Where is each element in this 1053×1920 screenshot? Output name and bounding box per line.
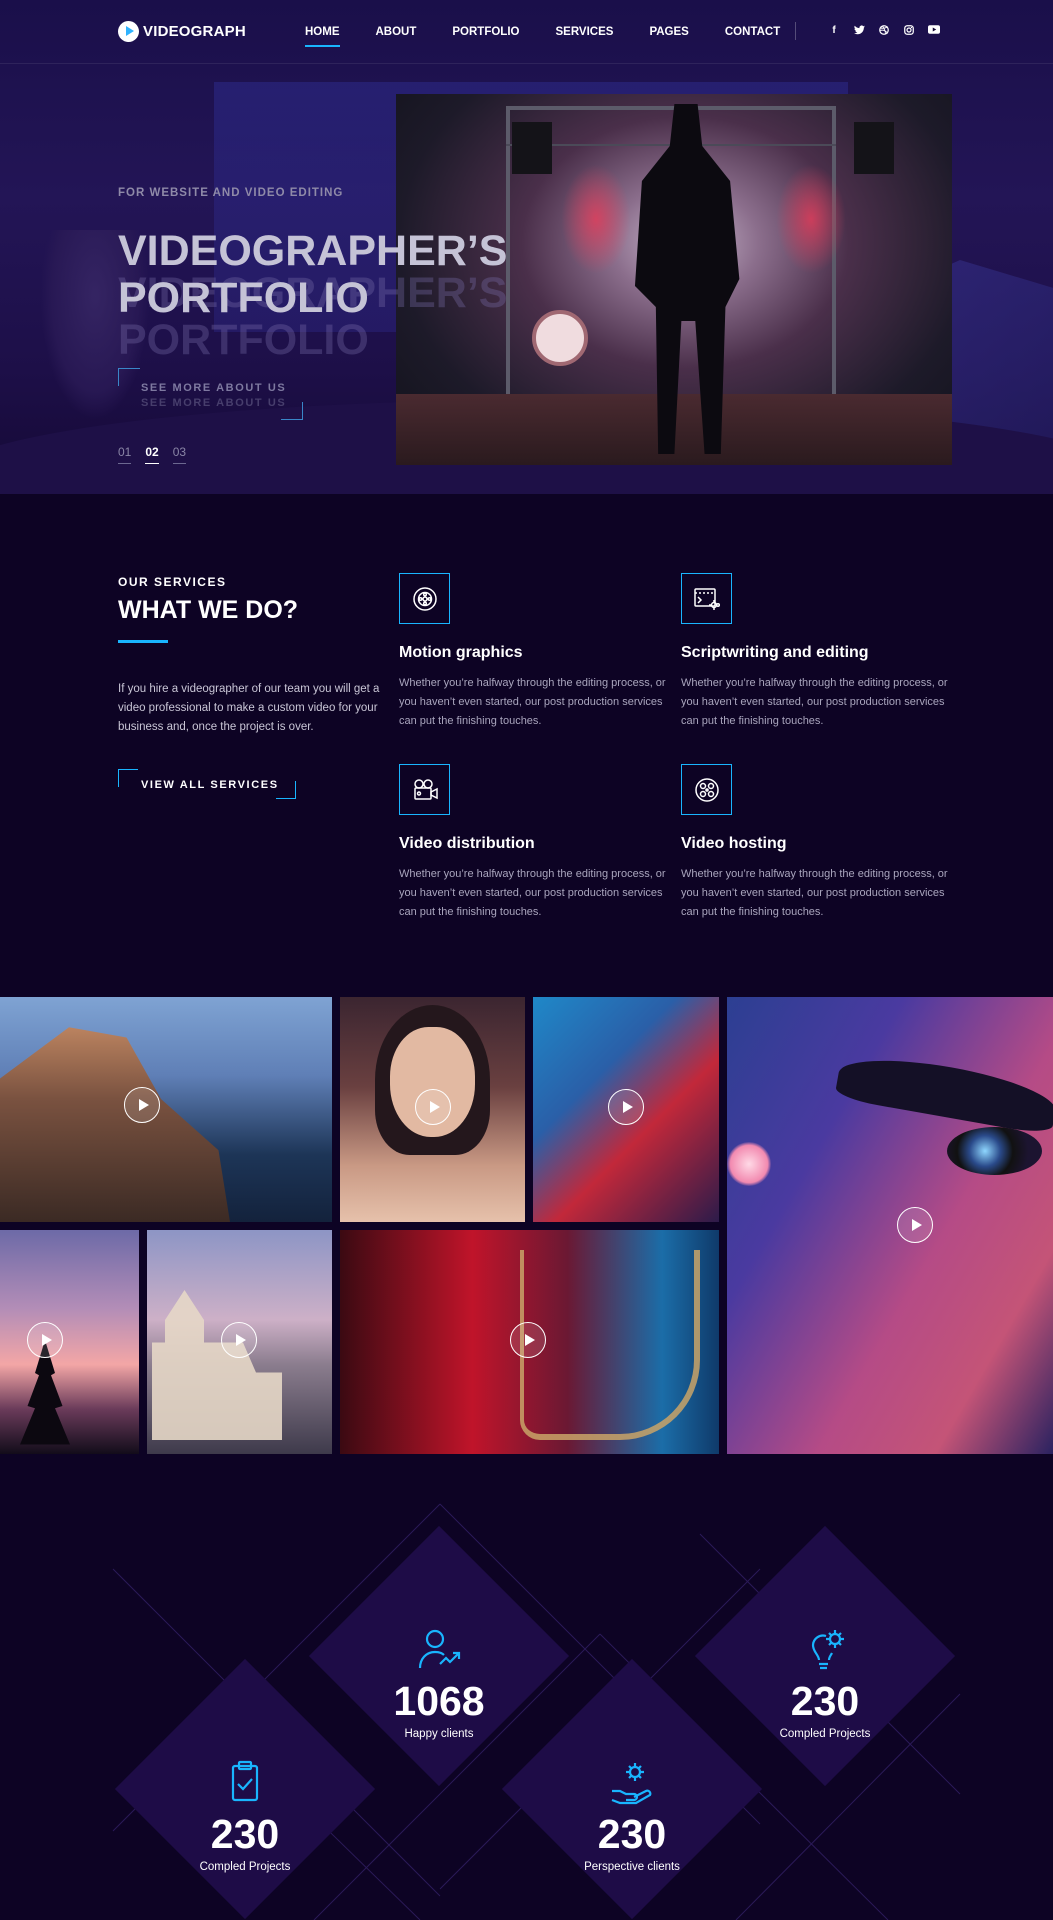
- user-growth-icon: [418, 1629, 461, 1669]
- stat-perspective-clients: 230 Perspective clients: [522, 1759, 742, 1873]
- gallery-tile-closeup-face[interactable]: [727, 997, 1053, 1454]
- hero-kicker: FOR WEBSITE AND VIDEO EDITING: [118, 187, 344, 199]
- service-card-motion-graphics[interactable]: Motion graphics Whether you’re halfway t…: [399, 573, 669, 731]
- see-more-label: SEE MORE ABOUT US: [141, 382, 287, 394]
- main-nav: HOME ABOUT PORTFOLIO SERVICES PAGES CONT…: [305, 26, 816, 47]
- gallery-tile-coastal-village[interactable]: [0, 997, 332, 1222]
- stat-happy-clients: 1068 Happy clients: [329, 1626, 549, 1740]
- site-header: VIDEOGRAPH HOME ABOUT PORTFOLIO SERVICES…: [0, 0, 1053, 64]
- service-text: Whether you’re halfway through the editi…: [399, 868, 666, 918]
- gallery-tile-saxophone-player[interactable]: [340, 1230, 719, 1454]
- slide-dot-2[interactable]: 02: [145, 445, 160, 464]
- stat-value: 230: [790, 1678, 860, 1724]
- stat-value: 230: [597, 1811, 667, 1857]
- gallery-tile-neon-portrait[interactable]: [533, 997, 719, 1222]
- see-more-button[interactable]: SEE MORE ABOUT US SEE MORE ABOUT US: [118, 368, 303, 420]
- stat-label: Compled Projects: [779, 1728, 871, 1740]
- button-corner-top: [118, 769, 138, 787]
- hero-title: VIDEOGRAPHER’S PORTFOLIO: [118, 227, 508, 322]
- services-description: If you hire a videographer of our team y…: [118, 683, 380, 733]
- nav-about[interactable]: ABOUT: [376, 26, 417, 38]
- bokeh-light: [727, 1142, 771, 1186]
- social-links: f: [828, 25, 940, 38]
- gallery-tile-sunset-tree[interactable]: [0, 1230, 139, 1454]
- play-icon[interactable]: [415, 1089, 451, 1125]
- nav-divider: [795, 22, 796, 40]
- stage-light-left: [561, 164, 631, 274]
- bulb-gear-icon: [811, 1630, 844, 1670]
- stage-speaker-left: [512, 122, 552, 174]
- cliff-shape: [0, 1027, 230, 1222]
- button-corner-bottom: [276, 781, 296, 799]
- twitter-icon[interactable]: [853, 25, 865, 38]
- nav-services[interactable]: SERVICES: [555, 26, 613, 38]
- stat-projects-left: 230 Compled Projects: [135, 1759, 355, 1873]
- nav-home[interactable]: HOME: [305, 26, 340, 47]
- slide-dot-1[interactable]: 01: [118, 445, 132, 464]
- title-underline: [118, 640, 168, 643]
- nav-pages[interactable]: PAGES: [649, 26, 688, 38]
- services-section: OUR SERVICES WHAT WE DO? If you hire a v…: [0, 494, 1053, 997]
- stat-label: Perspective clients: [584, 1861, 680, 1873]
- film-reel-icon: [399, 573, 450, 624]
- play-icon[interactable]: [897, 1207, 933, 1243]
- gallery-tile-lakeside-castle[interactable]: [147, 1230, 332, 1454]
- play-logo-icon: [118, 21, 139, 42]
- slide-dot-3[interactable]: 03: [172, 445, 187, 464]
- play-icon[interactable]: [608, 1089, 644, 1125]
- instagram-icon[interactable]: [903, 25, 915, 38]
- stat-label: Happy clients: [404, 1728, 474, 1740]
- stage-speaker-right: [854, 122, 894, 174]
- script-edit-icon: [681, 573, 732, 624]
- gallery-tile-woman-portrait[interactable]: [340, 997, 525, 1222]
- castle-shape: [152, 1290, 282, 1440]
- dribbble-icon[interactable]: [878, 25, 890, 38]
- view-all-services-label: VIEW ALL SERVICES: [141, 779, 279, 791]
- facebook-icon[interactable]: f: [828, 25, 840, 38]
- nav-portfolio[interactable]: PORTFOLIO: [452, 26, 519, 38]
- film-hosting-icon: [681, 764, 732, 815]
- portfolio-gallery: [0, 997, 1053, 1454]
- stage-light-right: [776, 164, 846, 274]
- play-icon[interactable]: [221, 1322, 257, 1358]
- service-card-video-hosting[interactable]: Video hosting Whether you’re halfway thr…: [681, 764, 951, 922]
- hero-section: VIDEOGRAPH HOME ABOUT PORTFOLIO SERVICES…: [0, 0, 1053, 494]
- service-title: Motion graphics: [399, 644, 523, 661]
- play-icon[interactable]: [124, 1087, 160, 1123]
- view-all-services-button[interactable]: VIEW ALL SERVICES: [118, 769, 296, 799]
- service-text: Whether you’re halfway through the editi…: [681, 868, 948, 918]
- brow-shape: [834, 1048, 1053, 1136]
- clipboard-check-icon: [231, 1760, 259, 1802]
- play-icon[interactable]: [27, 1322, 63, 1358]
- service-card-scriptwriting[interactable]: Scriptwriting and editing Whether you’re…: [681, 573, 951, 731]
- see-more-label-shadow: SEE MORE ABOUT US: [141, 397, 287, 409]
- service-title: Scriptwriting and editing: [681, 644, 869, 661]
- stat-label: Compled Projects: [199, 1861, 291, 1873]
- logo[interactable]: VIDEOGRAPH: [118, 21, 246, 42]
- service-title: Video hosting: [681, 835, 787, 852]
- service-card-video-distribution[interactable]: Video distribution Whether you’re halfwa…: [399, 764, 669, 922]
- service-text: Whether you’re halfway through the editi…: [681, 677, 948, 727]
- youtube-icon[interactable]: [928, 25, 940, 38]
- stat-value: 230: [210, 1811, 280, 1857]
- service-text: Whether you’re halfway through the editi…: [399, 677, 666, 727]
- services-kicker: OUR SERVICES: [118, 575, 227, 589]
- hand-gear-icon: [611, 1763, 652, 1805]
- logo-text: VIDEOGRAPH: [143, 23, 246, 40]
- stat-projects-right: 230 Compled Projects: [715, 1626, 935, 1740]
- saxophone-shape: [520, 1250, 700, 1440]
- button-corner-top: [118, 368, 140, 386]
- eye-shape: [947, 1127, 1042, 1175]
- stats-section: 1068 Happy clients 230 Compled Projects …: [0, 1454, 1053, 1920]
- stage-drum: [532, 310, 588, 366]
- services-title: WHAT WE DO?: [118, 596, 299, 624]
- stat-value: 1068: [393, 1678, 485, 1724]
- play-icon[interactable]: [510, 1322, 546, 1358]
- service-title: Video distribution: [399, 835, 535, 852]
- video-camera-icon: [399, 764, 450, 815]
- slider-pagination: 01 02 03: [118, 445, 187, 464]
- nav-contact[interactable]: CONTACT: [725, 26, 780, 38]
